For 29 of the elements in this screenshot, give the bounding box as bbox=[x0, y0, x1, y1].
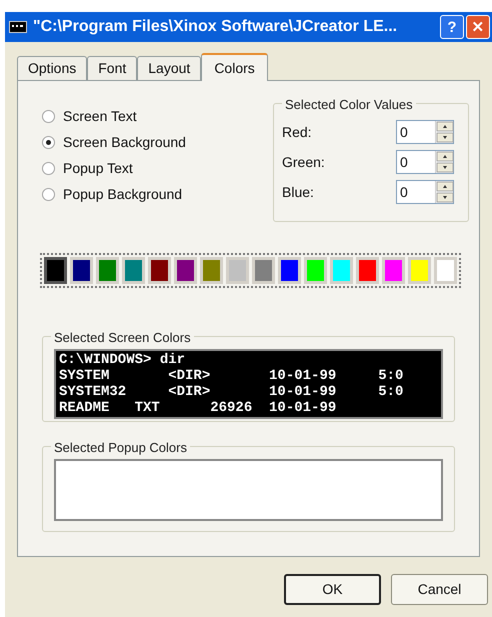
field-label: Red: bbox=[282, 122, 312, 142]
tab[interactable]: Options bbox=[17, 56, 88, 80]
radio-button[interactable] bbox=[42, 162, 55, 174]
help-button[interactable]: ? bbox=[440, 15, 464, 39]
console-line: SYSTEM <DIR> 10-01-99 5:0 bbox=[59, 368, 404, 384]
spin-box[interactable]: 0 bbox=[396, 180, 454, 204]
spin-box[interactable]: 0 bbox=[396, 150, 454, 174]
spin-box[interactable]: 0 bbox=[396, 120, 454, 144]
tab[interactable]: Layout bbox=[137, 56, 202, 80]
radio-button[interactable] bbox=[42, 110, 55, 122]
radio-label: Screen Text bbox=[63, 106, 137, 126]
field-label: Blue: bbox=[282, 182, 314, 202]
console-icon bbox=[9, 21, 27, 33]
radio-label: Popup Text bbox=[63, 158, 133, 178]
console-line: SYSTEM32 <DIR> 10-01-99 5:0 bbox=[59, 384, 404, 400]
radio-label: Popup Background bbox=[63, 184, 182, 204]
radio-button[interactable] bbox=[42, 188, 55, 200]
field-label: Green: bbox=[282, 152, 325, 172]
radio-button[interactable] bbox=[42, 136, 55, 148]
dialog-button[interactable]: Cancel bbox=[391, 574, 488, 605]
console-line: README TXT 26926 10-01-99 bbox=[59, 400, 338, 416]
radio-label: Screen Background bbox=[63, 132, 186, 152]
color-swatch[interactable] bbox=[44, 257, 67, 284]
tab[interactable]: Font bbox=[87, 56, 138, 80]
close-button[interactable]: ✕ bbox=[466, 15, 490, 39]
tab[interactable]: Colors bbox=[201, 53, 268, 81]
window-title: "C:\Program Files\Xinox Software\JCreator LE... bbox=[33, 17, 398, 37]
dialog-button[interactable]: OK bbox=[284, 574, 381, 605]
console-line: C:\WINDOWS> dir bbox=[59, 352, 186, 368]
